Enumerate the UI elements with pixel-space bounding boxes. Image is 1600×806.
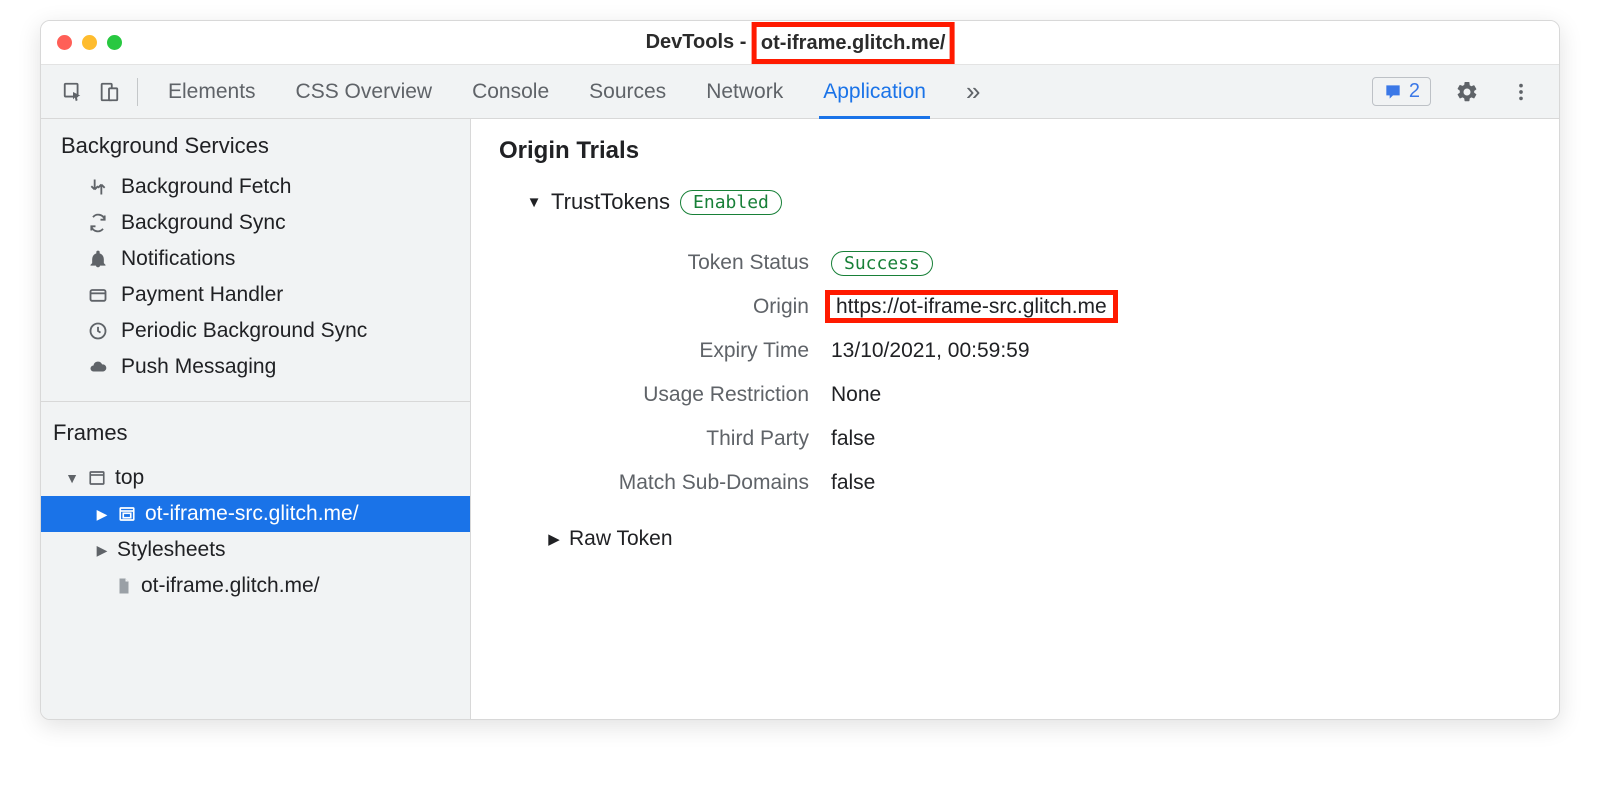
issues-count: 2 — [1409, 80, 1420, 103]
tab-application[interactable]: Application — [823, 65, 926, 118]
bell-icon — [87, 249, 109, 269]
toolbar-right: 2 — [1372, 74, 1545, 110]
origin-value: https://ot-iframe-src.glitch.me — [825, 290, 1118, 323]
kv-label: Match Sub-Domains — [559, 471, 809, 495]
titlebar: DevTools - ot-iframe.glitch.me/ — [41, 21, 1559, 65]
tab-sources[interactable]: Sources — [589, 65, 666, 118]
tab-console[interactable]: Console — [472, 65, 549, 118]
application-sidebar: Background Services Background Fetch Bac… — [41, 119, 471, 719]
bg-services-title: Background Services — [41, 119, 470, 169]
kv-label: Usage Restriction — [559, 383, 809, 407]
kv-usage: Usage Restriction None — [559, 373, 1531, 417]
kv-label: Origin — [559, 295, 809, 319]
sidebar-item-label: Periodic Background Sync — [121, 319, 367, 343]
sidebar-item-periodic-sync[interactable]: Periodic Background Sync — [41, 313, 470, 349]
trial-details: Token Status Success Origin https://ot-i… — [559, 241, 1531, 505]
usage-value: None — [831, 383, 881, 407]
frame-stylesheets[interactable]: ▶ Stylesheets — [41, 532, 470, 568]
window-title-url: ot-iframe.glitch.me/ — [752, 22, 954, 64]
tab-css-overview[interactable]: CSS Overview — [296, 65, 433, 118]
toolbar-separator — [137, 78, 138, 106]
chevron-right-icon: ▶ — [95, 542, 109, 559]
device-toggle-icon[interactable] — [91, 74, 127, 110]
expiry-value: 13/10/2021, 00:59:59 — [831, 339, 1030, 363]
subdomains-value: false — [831, 471, 875, 495]
sync-icon — [87, 213, 109, 233]
sidebar-item-background-sync[interactable]: Background Sync — [41, 205, 470, 241]
kv-subdomains: Match Sub-Domains false — [559, 461, 1531, 505]
clock-icon — [87, 321, 109, 341]
raw-token-expander[interactable]: ▶ Raw Token — [547, 527, 1531, 551]
sidebar-item-label: Push Messaging — [121, 355, 276, 379]
window-icon — [87, 469, 107, 487]
kv-token-status: Token Status Success — [559, 241, 1531, 285]
frame-child-selected[interactable]: ▶ ot-iframe-src.glitch.me/ — [41, 496, 470, 532]
sidebar-item-label: Background Sync — [121, 211, 286, 235]
cloud-icon — [87, 358, 109, 376]
file-icon — [115, 576, 133, 596]
inspect-element-icon[interactable] — [55, 74, 91, 110]
sidebar-item-label: Payment Handler — [121, 283, 283, 307]
tab-network[interactable]: Network — [706, 65, 783, 118]
close-window-button[interactable] — [57, 35, 72, 50]
frames-title: Frames — [41, 410, 470, 456]
panel-tabs: Elements CSS Overview Console Sources Ne… — [168, 65, 1372, 118]
frame-label: ot-iframe.glitch.me/ — [141, 574, 320, 598]
kebab-menu-icon[interactable] — [1503, 74, 1539, 110]
sidebar-item-payment-handler[interactable]: Payment Handler — [41, 277, 470, 313]
kv-origin: Origin https://ot-iframe-src.glitch.me — [559, 285, 1531, 329]
bg-services-list: Background Fetch Background Sync Notific… — [41, 169, 470, 393]
raw-token-label: Raw Token — [569, 527, 673, 551]
frame-label: top — [115, 466, 144, 490]
card-icon — [87, 285, 109, 305]
chevron-right-icon: ▶ — [95, 506, 109, 523]
issues-indicator[interactable]: 2 — [1372, 77, 1431, 106]
kv-label: Expiry Time — [559, 339, 809, 363]
traffic-lights — [57, 35, 122, 50]
devtools-window: DevTools - ot-iframe.glitch.me/ Elements… — [40, 20, 1560, 720]
sidebar-item-background-fetch[interactable]: Background Fetch — [41, 169, 470, 205]
sidebar-item-label: Background Fetch — [121, 175, 291, 199]
settings-icon[interactable] — [1449, 74, 1485, 110]
kv-label: Token Status — [559, 251, 809, 275]
fetch-icon — [87, 177, 109, 197]
kv-third-party: Third Party false — [559, 417, 1531, 461]
more-tabs-button[interactable]: » — [966, 65, 980, 118]
sidebar-item-notifications[interactable]: Notifications — [41, 241, 470, 277]
issues-icon — [1383, 82, 1403, 102]
frame-label: Stylesheets — [117, 538, 226, 562]
content-heading: Origin Trials — [499, 137, 1531, 165]
iframe-icon — [117, 505, 137, 523]
chevron-right-icon: ▶ — [547, 530, 561, 548]
enabled-badge: Enabled — [680, 190, 782, 215]
frame-top[interactable]: ▼ top — [41, 460, 470, 496]
window-title-prefix: DevTools - — [646, 31, 752, 54]
devtools-toolbar: Elements CSS Overview Console Sources Ne… — [41, 65, 1559, 119]
sidebar-divider — [41, 401, 470, 402]
trial-name: TrustTokens — [551, 189, 670, 215]
chevron-down-icon: ▼ — [527, 194, 541, 211]
tab-elements[interactable]: Elements — [168, 65, 256, 118]
trial-row[interactable]: ▼ TrustTokens Enabled — [527, 189, 1531, 215]
main-area: Background Services Background Fetch Bac… — [41, 119, 1559, 719]
kv-label: Third Party — [559, 427, 809, 451]
window-title: DevTools - ot-iframe.glitch.me/ — [646, 22, 955, 64]
content-pane: Origin Trials ▼ TrustTokens Enabled Toke… — [471, 119, 1559, 719]
sidebar-item-label: Notifications — [121, 247, 235, 271]
third-party-value: false — [831, 427, 875, 451]
frame-leaf[interactable]: ot-iframe.glitch.me/ — [41, 568, 470, 604]
minimize-window-button[interactable] — [82, 35, 97, 50]
chevron-down-icon: ▼ — [65, 470, 79, 486]
maximize-window-button[interactable] — [107, 35, 122, 50]
frames-tree: ▼ top ▶ ot-iframe-src.glitch.me/ ▶ Style… — [41, 456, 470, 604]
sidebar-item-push-messaging[interactable]: Push Messaging — [41, 349, 470, 385]
frame-label: ot-iframe-src.glitch.me/ — [145, 502, 359, 526]
success-badge: Success — [831, 251, 933, 276]
kv-expiry: Expiry Time 13/10/2021, 00:59:59 — [559, 329, 1531, 373]
